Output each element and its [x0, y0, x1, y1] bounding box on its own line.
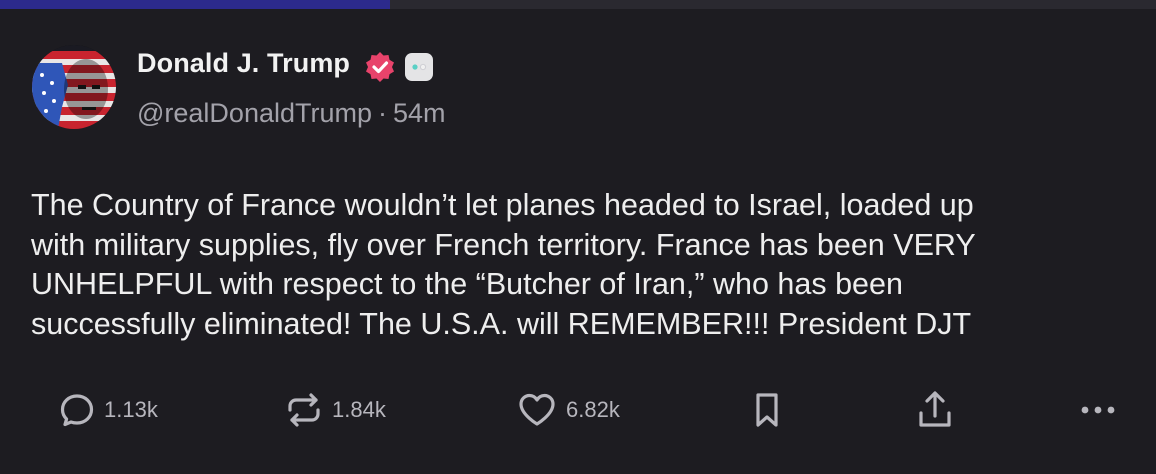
more-dots-icon [1081, 406, 1115, 414]
retruth-button[interactable]: 1.84k [284, 388, 386, 432]
avatar[interactable] [32, 45, 116, 129]
author-handle[interactable]: @realDonaldTrump [137, 98, 372, 128]
post-line: The Country of France wouldn’t let plane… [31, 188, 974, 222]
avatar-image [32, 45, 116, 129]
like-button[interactable]: 6.82k [516, 388, 620, 432]
post-line: with military supplies, fly over French … [31, 227, 976, 262]
share-upload-icon [919, 391, 951, 427]
top-progress-fill [0, 0, 390, 9]
bookmark-button[interactable] [752, 388, 782, 432]
meta-separator: · [378, 98, 387, 128]
post-line: successfully eliminated! The U.S.A. will… [31, 306, 972, 341]
retruth-count: 1.84k [332, 397, 386, 422]
reply-button[interactable]: 1.13k [58, 388, 158, 432]
truth-social-badge-icon [404, 52, 434, 82]
repost-arrows-icon [288, 393, 320, 427]
heart-icon [519, 393, 555, 426]
post-timestamp[interactable]: 54m [393, 98, 446, 128]
top-progress-track [0, 0, 1156, 9]
more-options-button[interactable] [1078, 388, 1118, 432]
reply-count: 1.13k [104, 397, 158, 422]
author-meta: @realDonaldTrump · 54m [137, 98, 446, 129]
post-body: The Country of France wouldn’t let plane… [31, 186, 1131, 344]
like-count: 6.82k [566, 397, 620, 422]
verified-badge-icon [364, 51, 396, 83]
bookmark-icon [756, 393, 778, 427]
speech-bubble-icon [60, 394, 94, 427]
share-button[interactable] [915, 388, 955, 432]
post-line: UNHELPFUL with respect to the “Butcher o… [31, 267, 903, 301]
author-name[interactable]: Donald J. Trump [137, 48, 350, 79]
